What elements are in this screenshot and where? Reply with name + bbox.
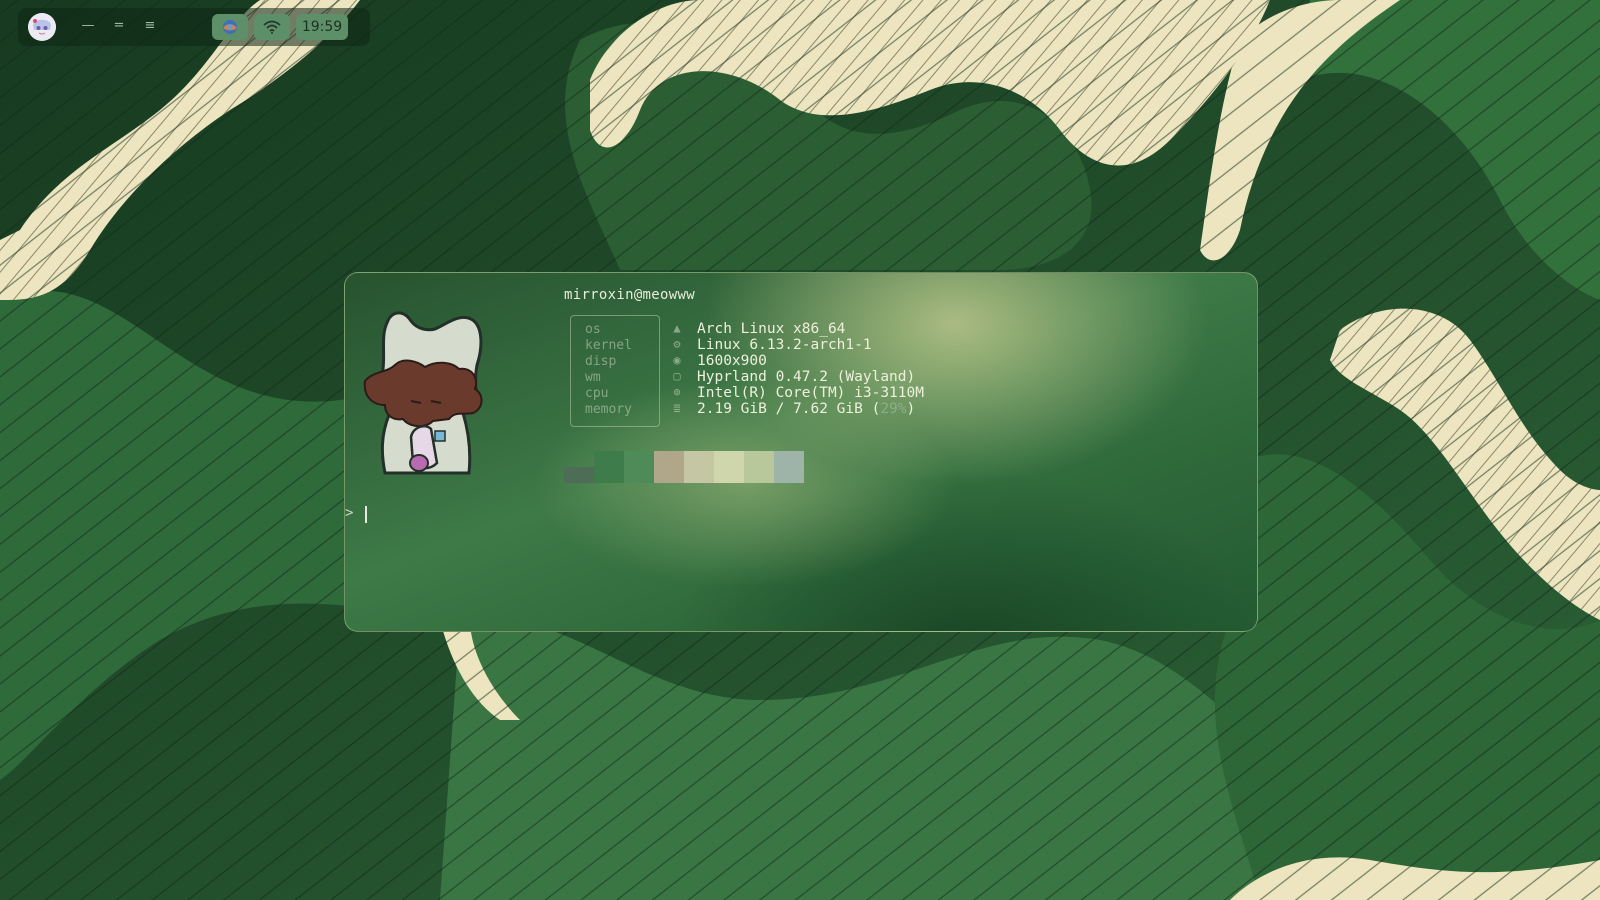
cat-mascot-image [363,311,483,475]
fetch-value-memory: 2.19 GiB / 7.62 GiB (29%) [697,401,915,417]
display-icon: ◉ [673,353,681,367]
fetch-value-cpu: Intel(R) Core(TM) i3-3110M [697,385,924,401]
workspace-3-icon[interactable]: ≡ [142,19,158,33]
text-cursor[interactable] [365,506,367,523]
fetch-value-os: Arch Linux x86_64 [697,321,846,337]
fetch-key-cpu: cpu [585,386,609,401]
memory-used-text: 2.19 GiB / 7.62 GiB ( [697,401,881,417]
top-bar: — = ≡ 19:59 [18,8,370,46]
fetch-value-disp: 1600x900 [697,353,767,369]
browser-app-icon [223,20,237,34]
palette-swatch [654,451,684,483]
wifi-icon [263,20,281,34]
arch-logo-icon: ▲ [673,321,681,335]
browser-app-button[interactable] [212,14,248,40]
memory-close-paren: ) [906,401,916,417]
cpu-icon: ⊚ [673,385,681,399]
shell-prompt-symbol: > [345,505,354,521]
color-palette [564,451,804,483]
palette-swatch [714,451,744,483]
window-icon: ▢ [673,369,681,383]
palette-swatch [774,451,804,483]
clock-text: 19:59 [301,19,343,35]
palette-swatch [564,467,594,483]
wifi-button[interactable] [254,14,290,40]
fetch-value-kernel: Linux 6.13.2-arch1-1 [697,337,872,353]
fetch-key-disp: disp [585,354,617,369]
fetch-key-kernel: kernel [585,338,632,353]
memory-icon: ≣ [673,401,681,415]
anime-avatar-icon[interactable] [28,13,56,41]
fetch-key-os: os [585,322,601,337]
palette-swatch [624,451,654,483]
palette-swatch [684,451,714,483]
palette-swatch [744,451,774,483]
kernel-icon: ⚙ [673,337,681,351]
clock-widget[interactable]: 19:59 [296,14,348,40]
terminal-window[interactable]: mirroxin@meowww os kernel disp wm cpu me… [344,272,1258,632]
palette-swatch [594,451,624,483]
fetch-key-memory: memory [585,402,632,417]
memory-percent: 29% [880,401,907,417]
workspace-1-icon[interactable]: — [80,19,96,33]
workspace-2-icon[interactable]: = [111,19,127,33]
user-host-label: mirroxin@meowww [564,287,695,303]
fetch-value-wm: Hyprland 0.47.2 (Wayland) [697,369,916,385]
fetch-keys-box: os kernel disp wm cpu memory [570,315,660,427]
fetch-key-wm: wm [585,370,601,385]
